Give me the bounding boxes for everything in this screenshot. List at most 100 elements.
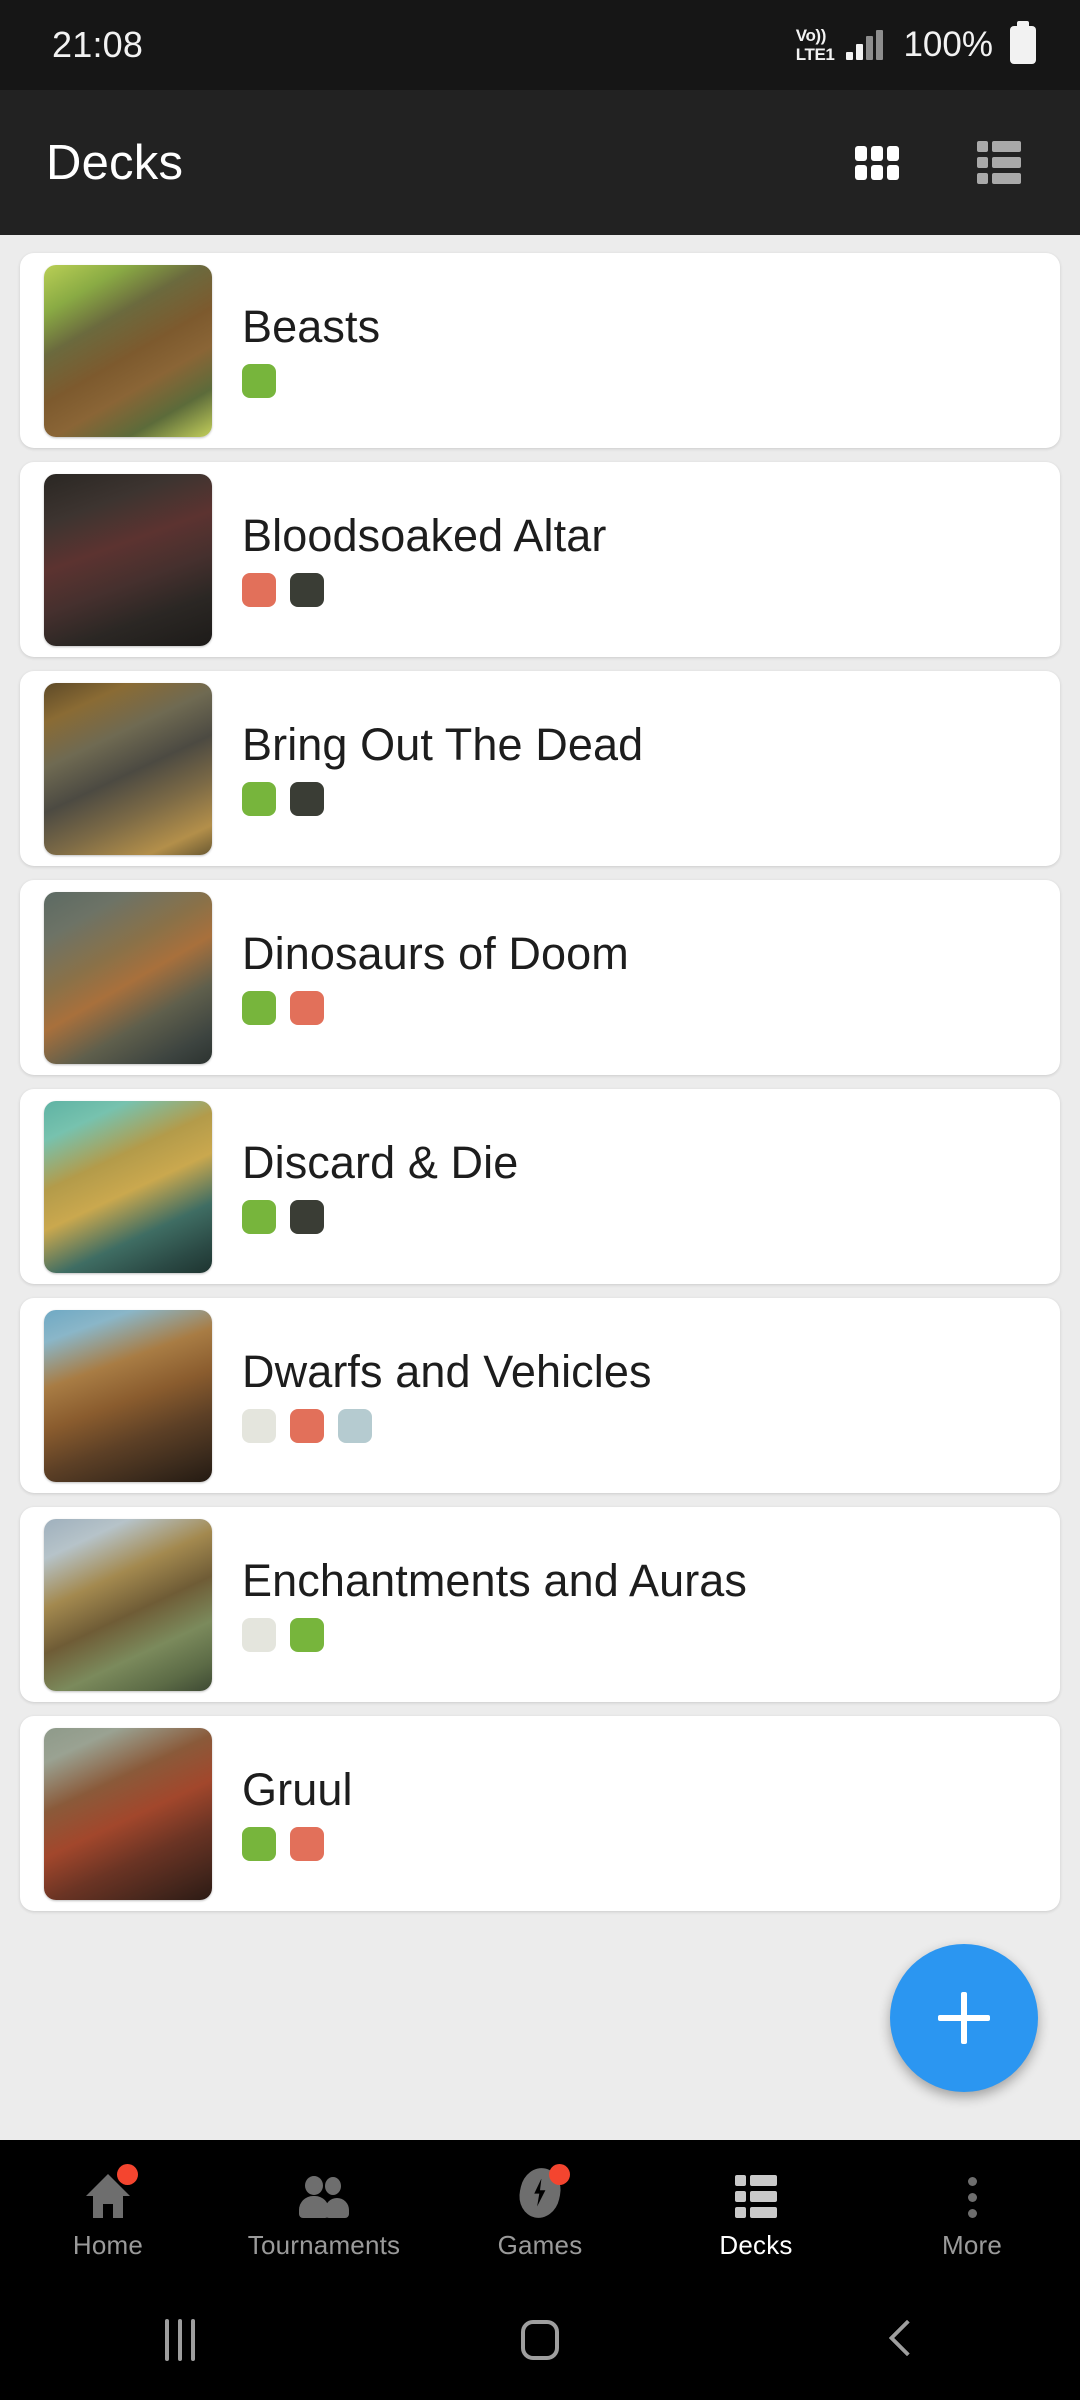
deck-name: Discard & Die [242, 1136, 519, 1188]
mana-color-swatch [242, 1409, 276, 1444]
nav-label-more: More [941, 2229, 1003, 2260]
more-icon-wrap [944, 2166, 1000, 2218]
deck-info: Bring Out The Dead [212, 718, 644, 817]
mana-color-swatch [290, 782, 324, 817]
deck-thumbnail [44, 473, 212, 646]
volte-line2: LTE1 [795, 45, 835, 64]
nav-item-home[interactable]: Home [0, 2146, 216, 2280]
deck-thumbnail [44, 1518, 212, 1691]
deck-color-identity [242, 1409, 652, 1444]
deck-info: Enchantments and Auras [212, 1554, 748, 1653]
deck-name: Bring Out The Dead [242, 718, 644, 770]
mana-color-swatch [242, 1200, 276, 1235]
phone-screen: 21:08 Vo)) LTE1 100% Decks Beasts Bloods… [0, 0, 1080, 2400]
volte-icon: Vo)) LTE1 [796, 27, 835, 63]
mana-color-swatch [290, 573, 324, 608]
mana-color-swatch [290, 1409, 324, 1444]
deck-thumbnail [44, 1309, 212, 1482]
deck-card[interactable]: Dwarfs and Vehicles [20, 1298, 1060, 1493]
nav-label-games: Games [497, 2229, 583, 2260]
battery-percent-label: 100% [903, 25, 993, 64]
mana-color-swatch [242, 991, 276, 1026]
more-vert-icon [967, 2176, 977, 2218]
deck-name: Enchantments and Auras [242, 1554, 748, 1606]
nav-item-games[interactable]: Games [432, 2146, 648, 2280]
nav-label-tournaments: Tournaments [247, 2229, 401, 2260]
deck-card[interactable]: Discard & Die [20, 1089, 1060, 1284]
deck-thumbnail [44, 264, 212, 437]
deck-thumbnail [44, 682, 212, 855]
nav-item-decks[interactable]: Decks [648, 2146, 864, 2280]
deck-info: Gruul [212, 1763, 353, 1862]
deck-info: Beasts [212, 300, 381, 399]
deck-color-identity [242, 1200, 518, 1235]
mana-color-swatch [242, 364, 276, 399]
decks-list-icon-wrap [728, 2166, 784, 2218]
deck-name: Bloodsoaked Altar [242, 509, 607, 561]
games-badge [549, 2163, 570, 2185]
deck-color-identity [242, 991, 629, 1026]
plus-icon [938, 1992, 990, 2044]
status-bar: 21:08 Vo)) LTE1 100% [0, 0, 1080, 90]
volte-line1: Vo)) [795, 26, 827, 45]
lightning-icon-wrap [512, 2163, 570, 2222]
signal-strength-icon [846, 30, 884, 60]
deck-thumbnail [44, 1100, 212, 1273]
page-title: Decks [46, 135, 184, 190]
list-view-button[interactable] [964, 128, 1034, 198]
system-recents-button[interactable] [0, 2280, 360, 2400]
deck-color-identity [242, 1618, 747, 1653]
back-chevron-icon [883, 2317, 917, 2363]
add-deck-fab[interactable] [890, 1944, 1038, 2092]
nav-item-more[interactable]: More [864, 2146, 1080, 2280]
deck-name: Dinosaurs of Doom [242, 927, 629, 979]
status-clock: 21:08 [52, 24, 144, 65]
deck-color-identity [242, 1827, 353, 1862]
deck-name: Beasts [242, 300, 381, 352]
deck-card[interactable]: Bloodsoaked Altar [20, 462, 1060, 657]
system-navigation-bar [0, 2280, 1080, 2400]
battery-icon [1010, 21, 1036, 64]
deck-list[interactable]: Beasts Bloodsoaked Altar Bring Out The Dea… [0, 235, 1080, 2140]
mana-color-swatch [242, 573, 276, 608]
deck-color-identity [242, 573, 606, 608]
deck-info: Dinosaurs of Doom [212, 927, 629, 1026]
status-indicators: Vo)) LTE1 100% [796, 21, 1036, 65]
mana-color-swatch [290, 1200, 324, 1235]
deck-card[interactable]: Bring Out The Dead [20, 671, 1060, 866]
mana-color-swatch [338, 1409, 372, 1444]
deck-color-identity [242, 782, 643, 817]
deck-card[interactable]: Enchantments and Auras [20, 1507, 1060, 1702]
mana-color-swatch [290, 991, 324, 1026]
system-home-button[interactable] [360, 2280, 720, 2400]
deck-card[interactable]: Dinosaurs of Doom [20, 880, 1060, 1075]
nav-item-tournaments[interactable]: Tournaments [216, 2146, 432, 2280]
app-bar-actions [842, 128, 1034, 198]
grid-icon [855, 145, 899, 180]
home-square-icon [521, 2320, 559, 2360]
deck-name: Gruul [242, 1763, 353, 1815]
nav-label-home: Home [72, 2229, 144, 2260]
deck-thumbnail [44, 891, 212, 1064]
people-icon [297, 2175, 351, 2218]
recents-icon [165, 2319, 195, 2361]
deck-color-identity [242, 364, 380, 399]
list-icon [977, 141, 1021, 184]
mana-color-swatch [290, 1827, 324, 1862]
deck-card[interactable]: Beasts [20, 253, 1060, 448]
mana-color-swatch [290, 1618, 324, 1653]
deck-info: Bloodsoaked Altar [212, 509, 607, 608]
list-icon [735, 2174, 777, 2218]
deck-thumbnail [44, 1727, 212, 1900]
bottom-navigation: Home Tournaments Games Decks More [0, 2140, 1080, 2280]
nav-label-decks: Decks [719, 2229, 793, 2260]
mana-color-swatch [242, 1827, 276, 1862]
home-icon-wrap [80, 2163, 138, 2218]
deck-info: Discard & Die [212, 1136, 519, 1235]
grid-view-button[interactable] [842, 128, 912, 198]
deck-info: Dwarfs and Vehicles [212, 1345, 652, 1444]
system-back-button[interactable] [720, 2280, 1080, 2400]
app-bar: Decks [0, 90, 1080, 235]
deck-card[interactable]: Gruul [20, 1716, 1060, 1911]
deck-name: Dwarfs and Vehicles [242, 1345, 652, 1397]
